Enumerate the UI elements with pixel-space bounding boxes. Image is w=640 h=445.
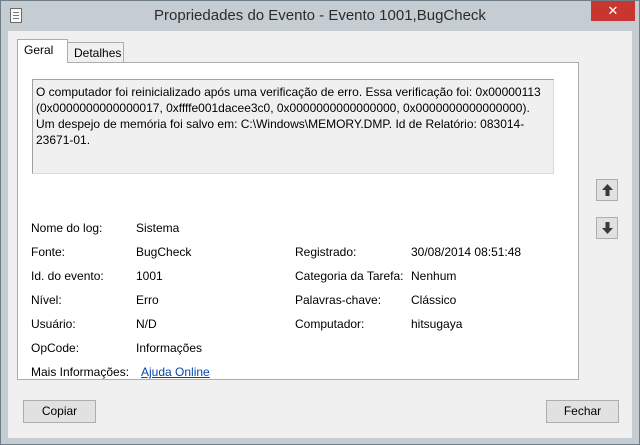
level-label: Nível:: [31, 293, 62, 307]
next-event-button[interactable]: [596, 217, 618, 239]
tab-geral[interactable]: Geral: [17, 39, 68, 63]
user-value: N/D: [136, 317, 157, 331]
source-value: BugCheck: [136, 245, 192, 259]
previous-event-button[interactable]: [596, 179, 618, 201]
event-description[interactable]: O computador foi reinicializado após uma…: [32, 79, 554, 174]
general-panel: O computador foi reinicializado após uma…: [17, 62, 579, 380]
arrow-down-icon: [602, 222, 613, 234]
task-category-label: Categoria da Tarefa:: [295, 269, 404, 283]
log-name-value: Sistema: [136, 221, 180, 235]
keywords-label: Palavras-chave:: [295, 293, 382, 307]
opcode-label: OpCode:: [31, 341, 80, 355]
event-id-label: Id. do evento:: [31, 269, 104, 283]
close-window-button[interactable]: ✕: [591, 1, 635, 21]
user-label: Usuário:: [31, 317, 76, 331]
source-label: Fonte:: [31, 245, 66, 259]
online-help-link[interactable]: Ajuda Online: [141, 365, 210, 379]
log-name-label: Nome do log:: [31, 221, 103, 235]
more-info-label: Mais Informações:: [31, 365, 130, 379]
computer-label: Computador:: [295, 317, 365, 331]
task-category-value: Nenhum: [411, 269, 457, 283]
opcode-value: Informações: [136, 341, 203, 355]
arrow-up-icon: [602, 184, 613, 196]
logged-value: 30/08/2014 08:51:48: [411, 245, 522, 259]
window-title: Propriedades do Evento - Evento 1001,Bug…: [154, 7, 486, 24]
dialog-client: Geral Detalhes O computador foi reinicia…: [8, 31, 632, 438]
logged-label: Registrado:: [295, 245, 357, 259]
title-bar[interactable]: Propriedades do Evento - Evento 1001,Bug…: [1, 1, 639, 31]
tab-detalhes[interactable]: Detalhes: [67, 42, 124, 64]
level-value: Erro: [136, 293, 159, 307]
close-button[interactable]: Fechar: [546, 400, 619, 423]
copy-button[interactable]: Copiar: [23, 400, 96, 423]
computer-value: hitsugaya: [411, 317, 463, 331]
event-id-value: 1001: [136, 269, 163, 283]
keywords-value: Clássico: [411, 293, 457, 307]
event-properties-window: Propriedades do Evento - Evento 1001,Bug…: [0, 0, 640, 445]
